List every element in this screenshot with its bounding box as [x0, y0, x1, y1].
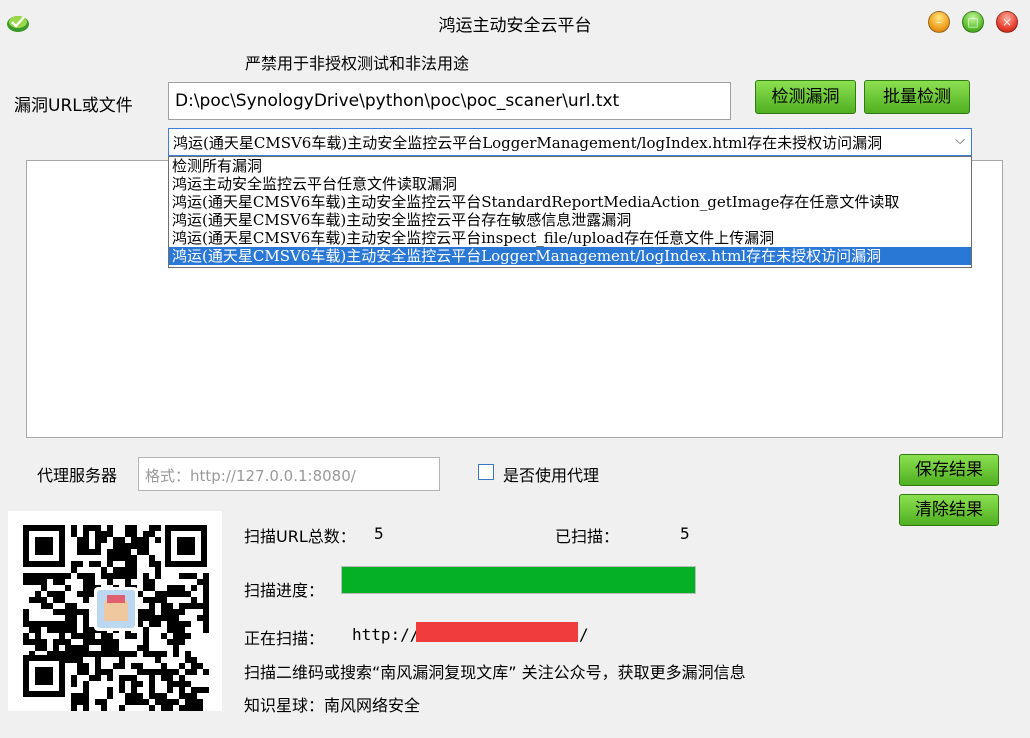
total-urls-value: 5 [374, 524, 384, 543]
dropdown-option[interactable]: 鸿运(通天星CMSV6车载)主动安全监控云平台存在敏感信息泄露漏洞 [169, 211, 971, 229]
scanned-value: 5 [680, 524, 690, 543]
current-scan-prefix: http:// [352, 625, 420, 644]
qr-code-icon [23, 525, 209, 711]
redacted-url [416, 622, 578, 642]
vuln-select-value: 鸿运(通天星CMSV6车载)主动安全监控云平台LoggerManagement/… [173, 134, 883, 152]
maximize-icon: □ [967, 15, 979, 29]
planet-text: 知识星球：南风网络安全 [244, 696, 421, 715]
close-icon: × [1001, 15, 1013, 29]
promo-text: 扫描二维码或搜索“南风漏洞复现文库” 关注公众号，获取更多漏洞信息 [244, 663, 746, 682]
close-button[interactable]: × [996, 11, 1018, 33]
progress-fill [342, 567, 695, 593]
maximize-button[interactable]: □ [962, 11, 984, 33]
minimize-icon: – [936, 15, 942, 29]
dropdown-option-selected[interactable]: 鸿运(通天星CMSV6车载)主动安全监控云平台LoggerManagement/… [169, 247, 971, 265]
window-title: 鸿运主动安全云平台 [438, 16, 592, 36]
warning-text: 严禁用于非授权测试和非法用途 [245, 54, 470, 73]
dropdown-option[interactable]: 鸿运主动安全监控云平台任意文件读取漏洞 [169, 175, 971, 193]
chevron-down-icon[interactable]: ⌵ [955, 133, 965, 148]
current-scan-suffix: / [579, 625, 589, 644]
dropdown-option[interactable]: 检测所有漏洞 [169, 157, 971, 175]
minimize-button[interactable]: – [928, 11, 950, 33]
proxy-label: 代理服务器 [37, 466, 118, 485]
use-proxy-checkbox[interactable] [478, 464, 494, 480]
current-scan-label: 正在扫描： [244, 629, 325, 648]
dropdown-option[interactable]: 鸿运(通天星CMSV6车载)主动安全监控云平台StandardReportMed… [169, 193, 971, 211]
proxy-input[interactable]: 格式：http://127.0.0.1:8080/ [138, 457, 440, 491]
scan-progress-bar [341, 566, 696, 594]
check-vuln-button[interactable]: 检测漏洞 [755, 80, 856, 114]
qr-code [8, 511, 222, 711]
save-results-button[interactable]: 保存结果 [899, 454, 999, 486]
title-bar: 鸿运主动安全云平台 – □ × [0, 0, 1030, 44]
use-proxy-label: 是否使用代理 [503, 466, 600, 485]
progress-label: 扫描进度： [244, 581, 325, 600]
vuln-select[interactable]: 鸿运(通天星CMSV6车载)主动安全监控云平台LoggerManagement/… [168, 128, 972, 156]
scanned-label: 已扫描： [555, 527, 620, 546]
clear-results-button[interactable]: 清除结果 [899, 494, 999, 526]
dropdown-option[interactable]: 鸿运(通天星CMSV6车载)主动安全监控云平台inspect_file/uplo… [169, 229, 971, 247]
url-input[interactable]: D:\poc\SynologyDrive\python\poc\poc_scan… [168, 82, 731, 120]
total-urls-label: 扫描URL总数： [244, 527, 356, 546]
batch-check-button[interactable]: 批量检测 [864, 80, 970, 114]
vuln-dropdown-list[interactable]: 检测所有漏洞 鸿运主动安全监控云平台任意文件读取漏洞 鸿运(通天星CMSV6车载… [168, 156, 972, 268]
target-label: 漏洞URL或文件 [14, 96, 133, 116]
